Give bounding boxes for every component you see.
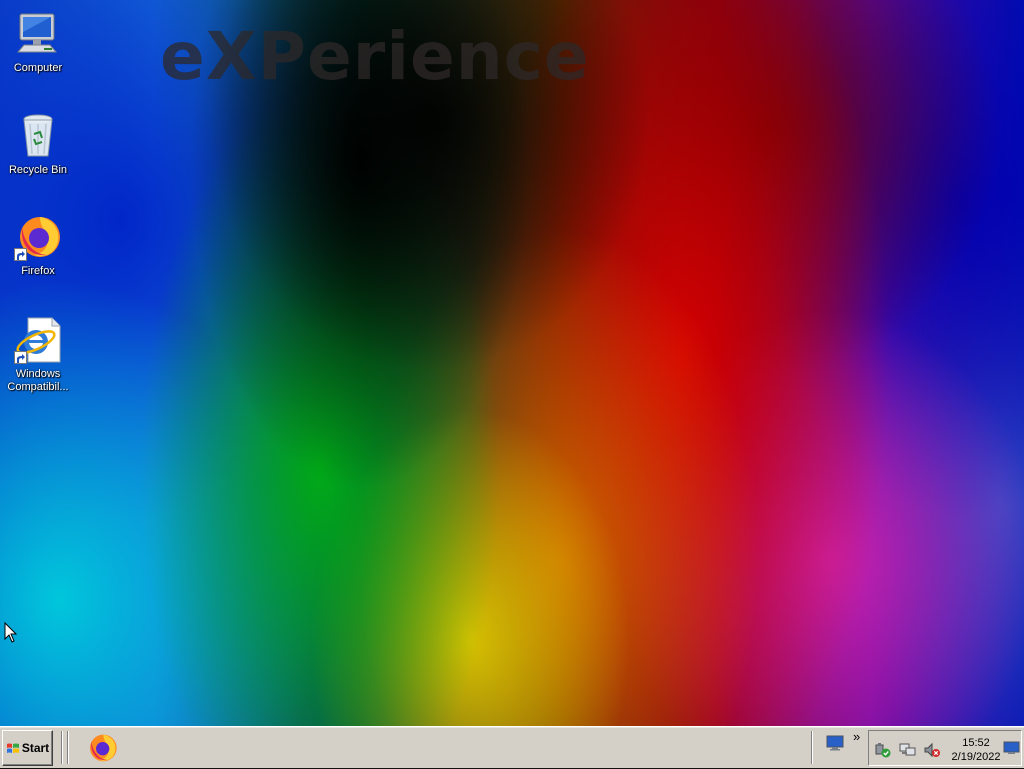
network-icon[interactable] <box>899 742 917 758</box>
clock-time: 15:52 <box>962 737 990 749</box>
start-button[interactable]: Start <box>2 730 53 766</box>
firefox-icon <box>14 213 62 261</box>
desktop-icon-computer[interactable]: Computer <box>0 10 76 75</box>
windows-flag-icon <box>6 742 20 755</box>
show-desktop-button[interactable] <box>826 735 844 751</box>
start-label: Start <box>21 741 50 755</box>
desktop-icon-label: Recycle Bin <box>8 164 68 176</box>
wallpaper-watermark: eXPerience <box>160 18 590 95</box>
computer-icon <box>14 10 62 58</box>
display-settings-icon[interactable] <box>1003 741 1020 755</box>
taskbar-separator <box>61 731 63 764</box>
monitor-icon <box>826 735 844 751</box>
system-tray: 15:52 2/19/2022 <box>868 730 1022 766</box>
volume-muted-icon[interactable] <box>923 742 941 758</box>
mouse-pointer-icon <box>4 621 18 644</box>
desktop-icon-label: Firefox <box>21 265 55 277</box>
desktop-icon-label: Windows Compatibil... <box>7 368 69 393</box>
safely-remove-hardware-icon[interactable] <box>874 742 892 758</box>
shortcut-arrow-icon <box>14 248 27 261</box>
shortcut-arrow-icon <box>14 351 27 364</box>
desktop-icon-windows-compatibility[interactable]: Windows Compatibil... <box>0 316 76 394</box>
recycle-bin-icon <box>14 112 62 160</box>
taskbar: Start » 15:52 2/19/2022 <box>0 726 1024 768</box>
taskbar-separator <box>811 731 813 764</box>
taskbar-clock[interactable]: 15:52 2/19/2022 <box>947 736 1005 764</box>
clock-date: 2/19/2022 <box>951 751 1001 763</box>
firefox-icon <box>90 734 117 762</box>
internet-explorer-icon <box>14 316 62 364</box>
desktop-icon-recycle-bin[interactable]: Recycle Bin <box>0 112 76 177</box>
desktop-icon-firefox[interactable]: Firefox <box>0 213 76 278</box>
quick-launch-firefox-button[interactable] <box>86 732 118 764</box>
quick-launch-grip[interactable] <box>67 731 69 764</box>
toolbar-overflow-chevron[interactable]: » <box>853 729 860 744</box>
desktop[interactable]: eXPerience Computer Recycle Bin Firefox … <box>0 0 1024 726</box>
desktop-icon-label: Computer <box>13 62 63 74</box>
